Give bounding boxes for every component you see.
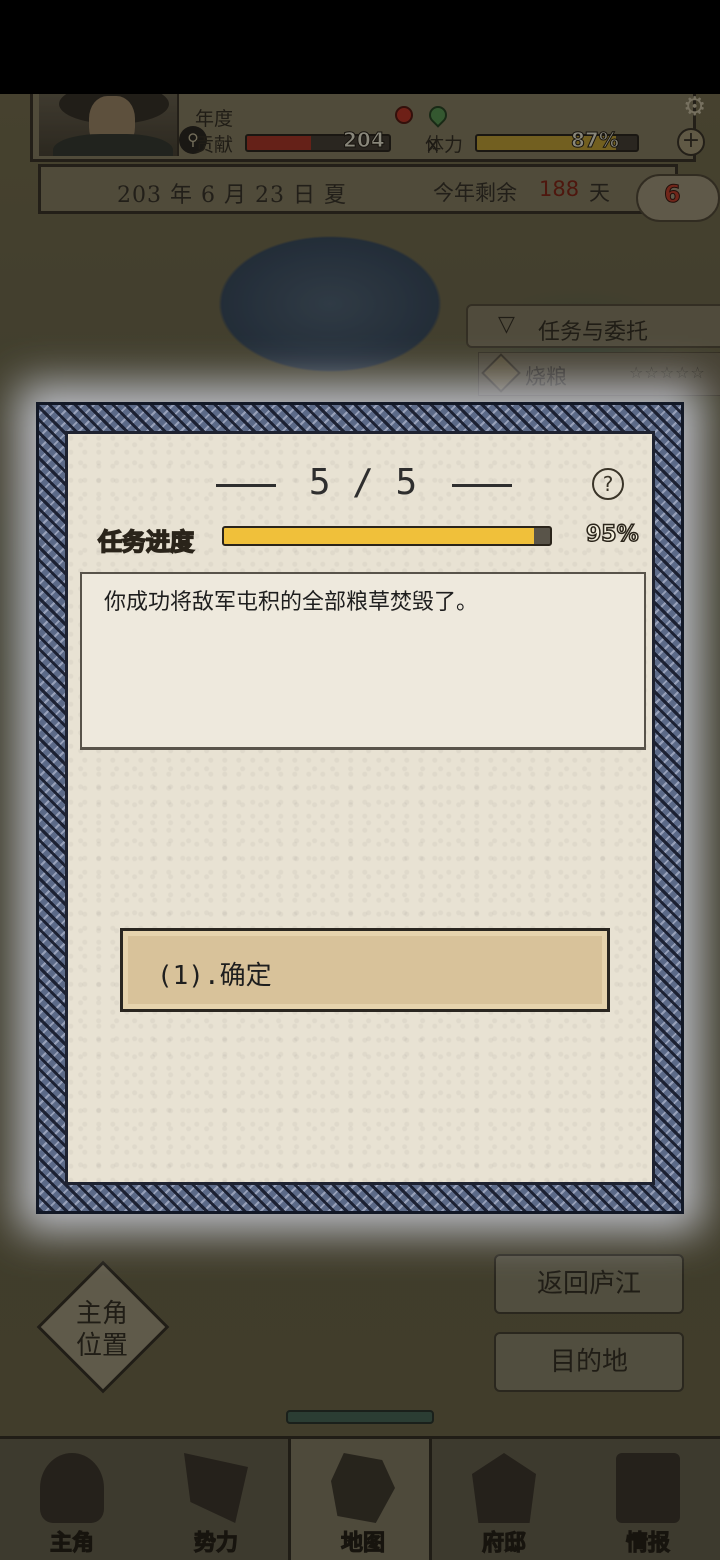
message-text: 你成功将敌军屯积的全部粮草焚毁了。 <box>104 590 479 615</box>
page-indicator: 5 / 5 <box>308 462 418 503</box>
message-box: 你成功将敌军屯积的全部粮草焚毁了。 <box>80 572 646 750</box>
progress-fill <box>224 528 534 544</box>
confirm-option-label: (1).确定 <box>157 961 272 991</box>
progress-label: 任务进度 <box>97 527 195 557</box>
confirm-option-button[interactable]: (1).确定 <box>120 928 610 1012</box>
page-deco-right <box>452 484 512 487</box>
dialog-paper: 5 / 5 ? 任务进度 95% 你成功将敌军屯积的全部粮草焚毁了。 (1).确… <box>65 431 655 1185</box>
progress-value: 95% <box>585 521 639 548</box>
help-icon[interactable]: ? <box>592 468 624 500</box>
progress-bar <box>222 526 552 546</box>
status-bar <box>0 0 720 94</box>
quest-dialog: 5 / 5 ? 任务进度 95% 你成功将敌军屯积的全部粮草焚毁了。 (1).确… <box>36 402 684 1214</box>
